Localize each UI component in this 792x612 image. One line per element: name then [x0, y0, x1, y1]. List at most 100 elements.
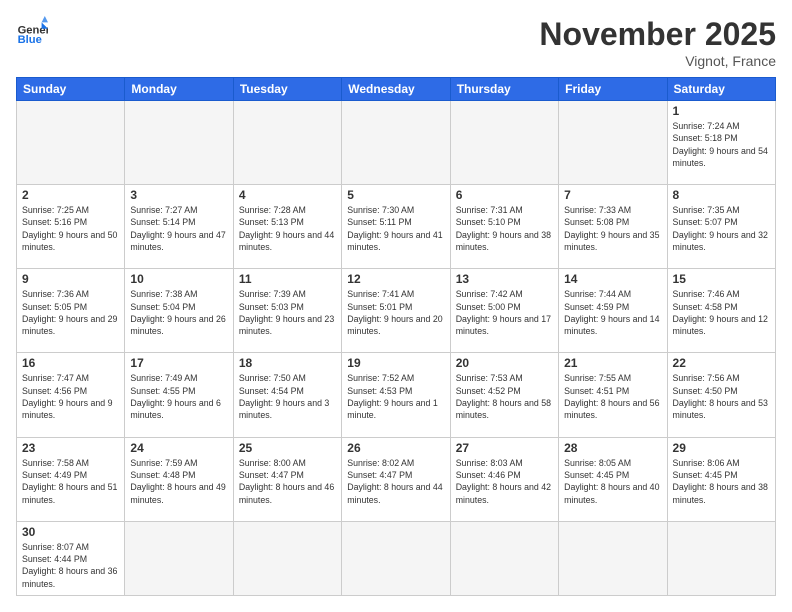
week-row-0: 1 Sunrise: 7:24 AM Sunset: 5:18 PM Daylig…: [17, 101, 776, 185]
day-info: Sunrise: 7:25 AM Sunset: 5:16 PM Dayligh…: [22, 204, 119, 253]
calendar-cell: 28 Sunrise: 8:05 AM Sunset: 4:45 PM Dayli…: [559, 437, 667, 521]
day-info: Sunrise: 7:42 AM Sunset: 5:00 PM Dayligh…: [456, 288, 553, 337]
day-number: 16: [22, 356, 119, 370]
day-number: 29: [673, 441, 770, 455]
calendar-cell: [17, 101, 125, 185]
page: General Blue November 2025 Vignot, Franc…: [0, 0, 792, 612]
calendar-cell: 4 Sunrise: 7:28 AM Sunset: 5:13 PM Daylig…: [233, 185, 341, 269]
day-info: Sunrise: 7:58 AM Sunset: 4:49 PM Dayligh…: [22, 457, 119, 506]
week-row-3: 16 Sunrise: 7:47 AM Sunset: 4:56 PM Dayli…: [17, 353, 776, 437]
day-info: Sunrise: 8:07 AM Sunset: 4:44 PM Dayligh…: [22, 541, 119, 590]
day-number: 23: [22, 441, 119, 455]
calendar-cell: [342, 101, 450, 185]
day-info: Sunrise: 7:47 AM Sunset: 4:56 PM Dayligh…: [22, 372, 119, 421]
calendar-cell: 1 Sunrise: 7:24 AM Sunset: 5:18 PM Daylig…: [667, 101, 775, 185]
calendar-cell: 30 Sunrise: 8:07 AM Sunset: 4:44 PM Dayli…: [17, 521, 125, 595]
day-number: 9: [22, 272, 119, 286]
day-number: 11: [239, 272, 336, 286]
calendar-cell: [342, 521, 450, 595]
calendar-cell: [450, 521, 558, 595]
calendar-cell: 25Sunrise: 8:00 AM Sunset: 4:47 PM Dayli…: [233, 437, 341, 521]
day-number: 27: [456, 441, 553, 455]
calendar-cell: 6 Sunrise: 7:31 AM Sunset: 5:10 PM Daylig…: [450, 185, 558, 269]
calendar-cell: 9Sunrise: 7:36 AM Sunset: 5:05 PM Daylig…: [17, 269, 125, 353]
calendar-cell: 29 Sunrise: 8:06 AM Sunset: 4:45 PM Dayli…: [667, 437, 775, 521]
calendar-cell: 14 Sunrise: 7:44 AM Sunset: 4:59 PM Dayli…: [559, 269, 667, 353]
day-info: Sunrise: 8:03 AM Sunset: 4:46 PM Dayligh…: [456, 457, 553, 506]
calendar-cell: 7 Sunrise: 7:33 AM Sunset: 5:08 PM Daylig…: [559, 185, 667, 269]
col-monday: Monday: [125, 78, 233, 101]
month-title: November 2025: [539, 16, 776, 53]
svg-text:Blue: Blue: [18, 34, 42, 46]
day-info: Sunrise: 8:00 AM Sunset: 4:47 PM Dayligh…: [239, 457, 336, 506]
day-number: 14: [564, 272, 661, 286]
calendar-cell: 18Sunrise: 7:50 AM Sunset: 4:54 PM Dayli…: [233, 353, 341, 437]
day-number: 21: [564, 356, 661, 370]
day-number: 17: [130, 356, 227, 370]
day-info: Sunrise: 7:50 AM Sunset: 4:54 PM Dayligh…: [239, 372, 336, 421]
calendar-cell: 17Sunrise: 7:49 AM Sunset: 4:55 PM Dayli…: [125, 353, 233, 437]
calendar-cell: [125, 521, 233, 595]
day-number: 19: [347, 356, 444, 370]
day-number: 30: [22, 525, 119, 539]
logo: General Blue: [16, 16, 48, 48]
day-info: Sunrise: 7:24 AM Sunset: 5:18 PM Dayligh…: [673, 120, 770, 169]
calendar-cell: 26 Sunrise: 8:02 AM Sunset: 4:47 PM Dayli…: [342, 437, 450, 521]
calendar-header-row: Sunday Monday Tuesday Wednesday Thursday…: [17, 78, 776, 101]
day-info: Sunrise: 7:28 AM Sunset: 5:13 PM Dayligh…: [239, 204, 336, 253]
calendar-cell: 21Sunrise: 7:55 AM Sunset: 4:51 PM Dayli…: [559, 353, 667, 437]
day-number: 6: [456, 188, 553, 202]
calendar-cell: 8Sunrise: 7:35 AM Sunset: 5:07 PM Daylig…: [667, 185, 775, 269]
calendar-cell: 16 Sunrise: 7:47 AM Sunset: 4:56 PM Dayli…: [17, 353, 125, 437]
day-number: 20: [456, 356, 553, 370]
day-info: Sunrise: 7:38 AM Sunset: 5:04 PM Dayligh…: [130, 288, 227, 337]
header: General Blue November 2025 Vignot, Franc…: [16, 16, 776, 69]
day-info: Sunrise: 7:30 AM Sunset: 5:11 PM Dayligh…: [347, 204, 444, 253]
calendar-cell: 23 Sunrise: 7:58 AM Sunset: 4:49 PM Dayli…: [17, 437, 125, 521]
calendar-cell: [667, 521, 775, 595]
day-info: Sunrise: 7:56 AM Sunset: 4:50 PM Dayligh…: [673, 372, 770, 421]
day-info: Sunrise: 7:35 AM Sunset: 5:07 PM Dayligh…: [673, 204, 770, 253]
calendar-cell: 3Sunrise: 7:27 AM Sunset: 5:14 PM Daylig…: [125, 185, 233, 269]
calendar-cell: 12Sunrise: 7:41 AM Sunset: 5:01 PM Dayli…: [342, 269, 450, 353]
day-info: Sunrise: 7:52 AM Sunset: 4:53 PM Dayligh…: [347, 372, 444, 421]
calendar-cell: 22 Sunrise: 7:56 AM Sunset: 4:50 PM Dayli…: [667, 353, 775, 437]
day-number: 10: [130, 272, 227, 286]
day-number: 12: [347, 272, 444, 286]
col-wednesday: Wednesday: [342, 78, 450, 101]
day-info: Sunrise: 7:53 AM Sunset: 4:52 PM Dayligh…: [456, 372, 553, 421]
day-info: Sunrise: 7:31 AM Sunset: 5:10 PM Dayligh…: [456, 204, 553, 253]
col-tuesday: Tuesday: [233, 78, 341, 101]
calendar-cell: 11Sunrise: 7:39 AM Sunset: 5:03 PM Dayli…: [233, 269, 341, 353]
day-number: 28: [564, 441, 661, 455]
day-number: 22: [673, 356, 770, 370]
calendar-cell: [559, 521, 667, 595]
day-info: Sunrise: 8:05 AM Sunset: 4:45 PM Dayligh…: [564, 457, 661, 506]
col-saturday: Saturday: [667, 78, 775, 101]
day-number: 26: [347, 441, 444, 455]
calendar-cell: [125, 101, 233, 185]
day-number: 1: [673, 104, 770, 118]
day-info: Sunrise: 7:46 AM Sunset: 4:58 PM Dayligh…: [673, 288, 770, 337]
day-number: 5: [347, 188, 444, 202]
week-row-1: 2 Sunrise: 7:25 AM Sunset: 5:16 PM Daylig…: [17, 185, 776, 269]
calendar: Sunday Monday Tuesday Wednesday Thursday…: [16, 77, 776, 596]
day-number: 24: [130, 441, 227, 455]
day-number: 2: [22, 188, 119, 202]
day-number: 15: [673, 272, 770, 286]
logo-icon: General Blue: [16, 16, 48, 48]
col-friday: Friday: [559, 78, 667, 101]
week-row-4: 23 Sunrise: 7:58 AM Sunset: 4:49 PM Dayli…: [17, 437, 776, 521]
calendar-cell: 20 Sunrise: 7:53 AM Sunset: 4:52 PM Dayli…: [450, 353, 558, 437]
calendar-cell: 27 Sunrise: 8:03 AM Sunset: 4:46 PM Dayli…: [450, 437, 558, 521]
day-number: 3: [130, 188, 227, 202]
day-number: 4: [239, 188, 336, 202]
location: Vignot, France: [539, 53, 776, 69]
calendar-cell: 2 Sunrise: 7:25 AM Sunset: 5:16 PM Daylig…: [17, 185, 125, 269]
day-info: Sunrise: 8:02 AM Sunset: 4:47 PM Dayligh…: [347, 457, 444, 506]
day-info: Sunrise: 8:06 AM Sunset: 4:45 PM Dayligh…: [673, 457, 770, 506]
calendar-cell: [233, 521, 341, 595]
day-info: Sunrise: 7:33 AM Sunset: 5:08 PM Dayligh…: [564, 204, 661, 253]
day-number: 7: [564, 188, 661, 202]
day-info: Sunrise: 7:44 AM Sunset: 4:59 PM Dayligh…: [564, 288, 661, 337]
